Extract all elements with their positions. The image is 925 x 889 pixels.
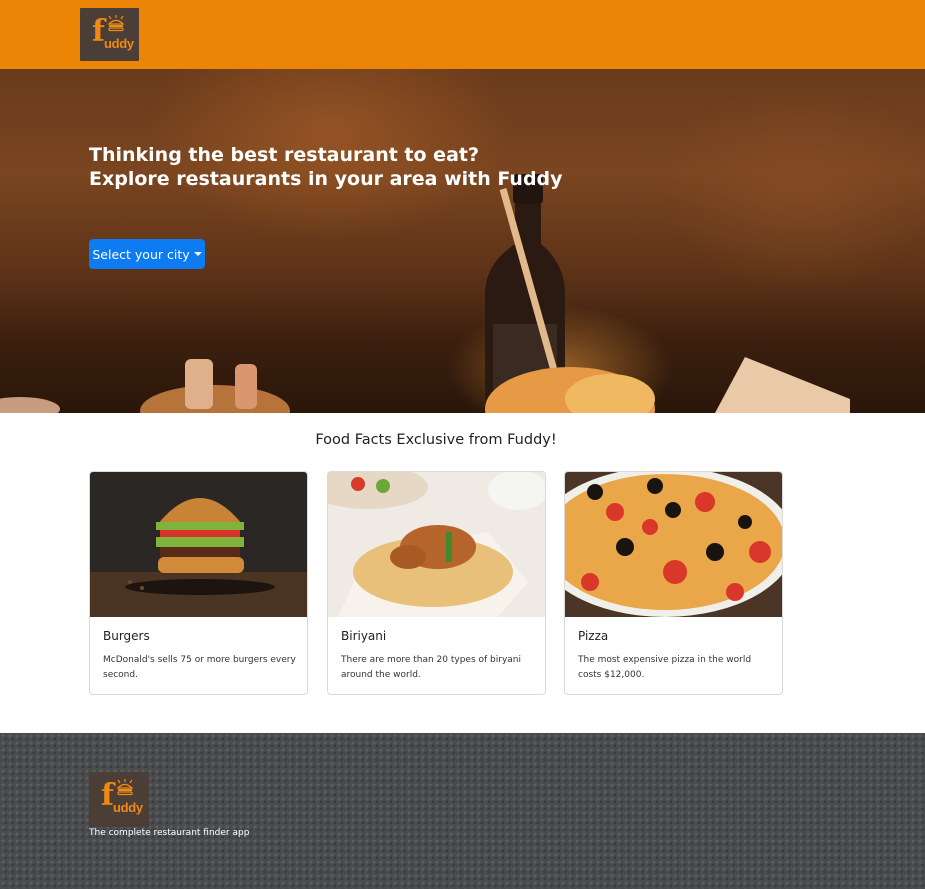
burger-icon bbox=[107, 15, 125, 32]
caret-down-icon bbox=[193, 252, 202, 256]
card-text: The most expensive pizza in the world co… bbox=[578, 655, 752, 680]
burger-image bbox=[90, 472, 307, 617]
logo-text: uddy bbox=[104, 36, 134, 51]
card-text: McDonald's sells 75 or more burgers ever… bbox=[103, 655, 296, 680]
logo-text: uddy bbox=[113, 800, 143, 815]
logo-letter: f bbox=[92, 14, 105, 49]
fact-card-burgers[interactable]: Burgers McDonald's sells 75 or more burg… bbox=[89, 471, 308, 695]
food-facts-title: Food Facts Exclusive from Fuddy! bbox=[315, 432, 557, 448]
card-title: Burgers bbox=[103, 629, 150, 643]
footer-fuddy-logo[interactable]: f uddy bbox=[89, 772, 149, 827]
fact-card-pizza[interactable]: Pizza The most expensive pizza in the wo… bbox=[564, 471, 783, 695]
biriyani-image bbox=[328, 472, 545, 617]
footer-tagline: The complete restaurant finder app bbox=[89, 828, 250, 838]
pizza-image bbox=[565, 472, 782, 617]
top-navbar: f uddy bbox=[0, 0, 925, 69]
card-title: Pizza bbox=[578, 629, 609, 643]
select-city-dropdown[interactable]: Select your city bbox=[89, 239, 205, 269]
burger-icon bbox=[116, 779, 134, 796]
hero-food-image bbox=[0, 357, 850, 413]
fuddy-logo[interactable]: f uddy bbox=[80, 8, 139, 61]
hero-line-1: Thinking the best restaurant to eat? bbox=[89, 144, 479, 166]
site-footer: f uddy The complete restaurant finder ap… bbox=[0, 733, 925, 889]
select-city-label: Select your city bbox=[92, 246, 190, 262]
card-text: There are more than 20 types of biryani … bbox=[341, 655, 522, 680]
hero-banner: Thinking the best restaurant to eat? Exp… bbox=[0, 69, 925, 413]
fact-card-biriyani[interactable]: Biriyani There are more than 20 types of… bbox=[327, 471, 546, 695]
hero-line-2: Explore restaurants in your area with Fu… bbox=[89, 168, 563, 190]
logo-letter: f bbox=[101, 778, 114, 813]
card-title: Biriyani bbox=[341, 629, 387, 643]
hero-heading: Thinking the best restaurant to eat? Exp… bbox=[89, 143, 563, 191]
